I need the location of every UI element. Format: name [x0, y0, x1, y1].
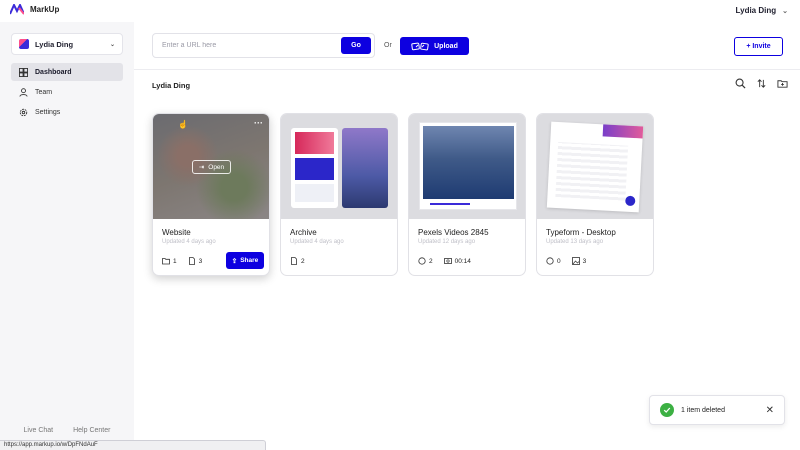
file-count: 3 [198, 257, 203, 265]
sidebar-item-dashboard[interactable]: Dashboard [11, 63, 123, 81]
card-meta: 2 00:14 [418, 257, 471, 265]
help-center-link[interactable]: Help Center [73, 427, 110, 434]
card-title: Typeform - Desktop [546, 228, 616, 237]
comment-icon [418, 257, 426, 265]
card-updated: Updated 13 days ago [546, 239, 604, 245]
upload-files-icon [411, 42, 429, 50]
workspace-name: Lydia Ding [35, 39, 74, 49]
card-thumbnail [537, 114, 653, 219]
chevron-down-icon: ⌄ [109, 41, 115, 48]
sidebar-item-settings[interactable]: Settings [11, 103, 123, 121]
project-card-typeform[interactable]: Typeform - Desktop Updated 13 days ago 0… [536, 113, 654, 276]
check-circle-icon [660, 403, 674, 417]
toast-message: 1 item deleted [681, 406, 725, 414]
video-duration: 00:14 [454, 257, 471, 265]
image-count: 3 [582, 257, 587, 265]
file-count: 2 [301, 257, 305, 265]
app-name: MarkUp [30, 5, 60, 14]
card-meta: 0 3 [546, 257, 586, 265]
gear-icon [19, 108, 28, 116]
share-button[interactable]: ⇪ Share [226, 252, 264, 269]
upload-label: Upload [434, 42, 458, 50]
card-updated: Updated 12 days ago [418, 239, 476, 245]
user-icon [19, 87, 28, 97]
page-title: Lydia Ding [152, 81, 191, 90]
sidebar: Lydia Ding ⌄ Dashboard Team Settings Liv… [0, 22, 134, 450]
app-logo[interactable]: MarkUp [10, 4, 59, 15]
sidebar-item-label: Team [35, 88, 53, 96]
dashboard-icon [19, 67, 28, 77]
sidebar-item-label: Settings [35, 108, 61, 116]
video-icon [443, 258, 452, 264]
file-icon [291, 257, 297, 265]
top-bar: MarkUp Lydia Ding ⌄ [0, 0, 800, 22]
open-label: Open [208, 163, 225, 171]
sidebar-item-label: Dashboard [35, 68, 72, 76]
url-toolbar: Go Or Upload + Invite [134, 22, 800, 70]
folder-count: 1 [173, 257, 177, 265]
toolbar-icons [735, 78, 788, 89]
sidebar-footer: Live Chat Help Center [0, 427, 134, 434]
more-options-icon[interactable]: ··· [254, 118, 263, 128]
search-icon[interactable] [735, 78, 746, 89]
url-box: Go [152, 33, 375, 58]
card-title: Website [162, 228, 191, 237]
share-label: Share [240, 257, 259, 264]
user-name: Lydia Ding [735, 6, 777, 15]
live-chat-link[interactable]: Live Chat [24, 427, 54, 434]
comment-icon [546, 257, 554, 265]
comment-count: 0 [557, 257, 561, 265]
card-title: Archive [290, 228, 317, 237]
share-icon: ⇪ [231, 257, 238, 265]
card-meta: 2 [290, 257, 305, 265]
card-meta: 1 3 [162, 257, 202, 265]
markup-logo-icon [10, 4, 24, 15]
url-input[interactable] [156, 37, 341, 54]
card-thumbnail [409, 114, 525, 219]
workspace-avatar [19, 39, 29, 49]
open-button[interactable]: ⇥ Open [192, 160, 231, 174]
project-card-website[interactable]: ☝ ··· ⇥ Open Website Updated 4 days ago … [152, 113, 270, 276]
or-label: Or [384, 42, 392, 49]
chevron-down-icon: ⌄ [782, 7, 788, 15]
project-card-pexels-videos[interactable]: Pexels Videos 2845 Updated 12 days ago 2… [408, 113, 526, 276]
card-updated: Updated 4 days ago [162, 239, 216, 245]
project-card-archive[interactable]: Archive Updated 4 days ago 2 [280, 113, 398, 276]
sidebar-item-team[interactable]: Team [11, 83, 123, 101]
invite-button[interactable]: + Invite [734, 37, 783, 56]
go-button[interactable]: Go [341, 37, 371, 54]
card-thumbnail [281, 114, 397, 219]
pointer-cursor-icon: ☝ [178, 120, 188, 129]
close-icon[interactable]: ✕ [766, 405, 774, 416]
sidebar-nav: Dashboard Team Settings [11, 63, 123, 123]
workspace-select[interactable]: Lydia Ding ⌄ [11, 33, 123, 55]
upload-button[interactable]: Upload [400, 37, 469, 55]
status-bar-url: https://app.markup.io/w/DpFNdAuF [0, 440, 266, 450]
card-title: Pexels Videos 2845 [418, 228, 489, 237]
file-icon [188, 257, 195, 265]
sort-icon[interactable] [756, 78, 767, 89]
comment-count: 2 [429, 257, 433, 265]
folder-icon [162, 258, 170, 265]
open-icon: ⇥ [198, 164, 205, 171]
image-icon [571, 257, 580, 265]
card-updated: Updated 4 days ago [290, 239, 344, 245]
toast-notification: 1 item deleted ✕ [649, 395, 785, 425]
user-menu[interactable]: Lydia Ding ⌄ [736, 6, 788, 15]
new-folder-icon[interactable] [777, 78, 788, 89]
